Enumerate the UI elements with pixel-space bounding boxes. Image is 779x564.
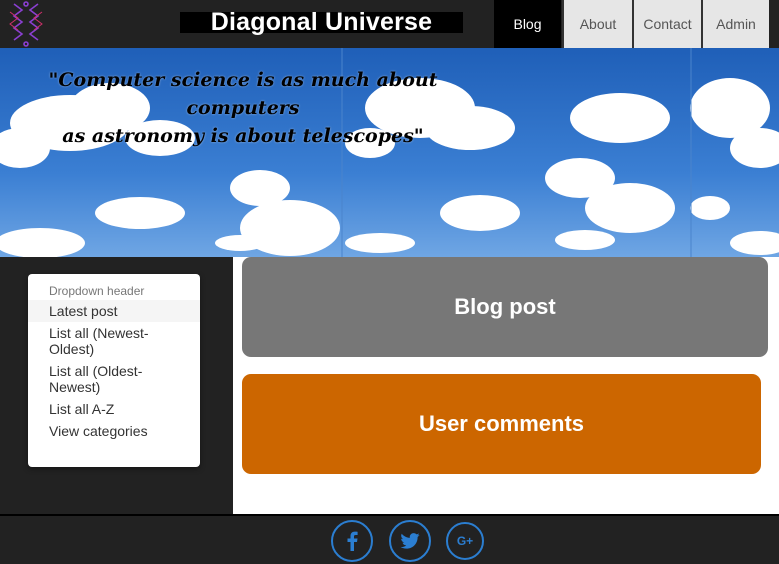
nav-admin[interactable]: Admin (701, 0, 769, 48)
dropdown-header: Dropdown header (49, 284, 145, 298)
circuit-logo-icon[interactable] (4, 0, 48, 48)
user-comments-label: User comments (418, 411, 585, 436)
footer: G+ (0, 514, 779, 564)
site-title: Diagonal Universe (180, 10, 463, 35)
nav-about[interactable]: About (562, 0, 632, 48)
nav-contact[interactable]: Contact (632, 0, 701, 48)
nav-blog[interactable]: Blog (494, 0, 561, 48)
quote-line-2: as astronomy is about telescopes" (62, 125, 424, 147)
menu-item-list-a-z[interactable]: List all A-Z (28, 398, 200, 420)
menu-item-view-categories[interactable]: View categories (28, 420, 200, 442)
sidebar-dropdown-menu: Dropdown header Latest post List all (Ne… (28, 274, 200, 467)
menu-item-list-newest-oldest[interactable]: List all (Newest-Oldest) (28, 322, 200, 360)
twitter-icon[interactable] (389, 520, 431, 562)
sky-banner: "Computer science is as much about compu… (0, 48, 779, 257)
menu-item-list-oldest-newest[interactable]: List all (Oldest-Newest) (28, 360, 200, 398)
top-navbar: Diagonal Universe Blog About Contact Adm… (0, 0, 779, 48)
google-plus-icon[interactable]: G+ (446, 522, 484, 560)
menu-item-latest-post[interactable]: Latest post (28, 300, 200, 322)
blog-post-panel[interactable]: Blog post (242, 257, 768, 357)
banner-quote: "Computer science is as much about compu… (8, 66, 478, 150)
quote-line-1: "Computer science is as much about compu… (48, 69, 438, 119)
user-comments-panel[interactable]: User comments (242, 374, 761, 474)
google-plus-label: G+ (456, 534, 474, 548)
facebook-icon[interactable] (331, 520, 373, 562)
blog-post-label: Blog post (454, 294, 556, 319)
sidebar: Dropdown header Latest post List all (Ne… (0, 257, 233, 514)
